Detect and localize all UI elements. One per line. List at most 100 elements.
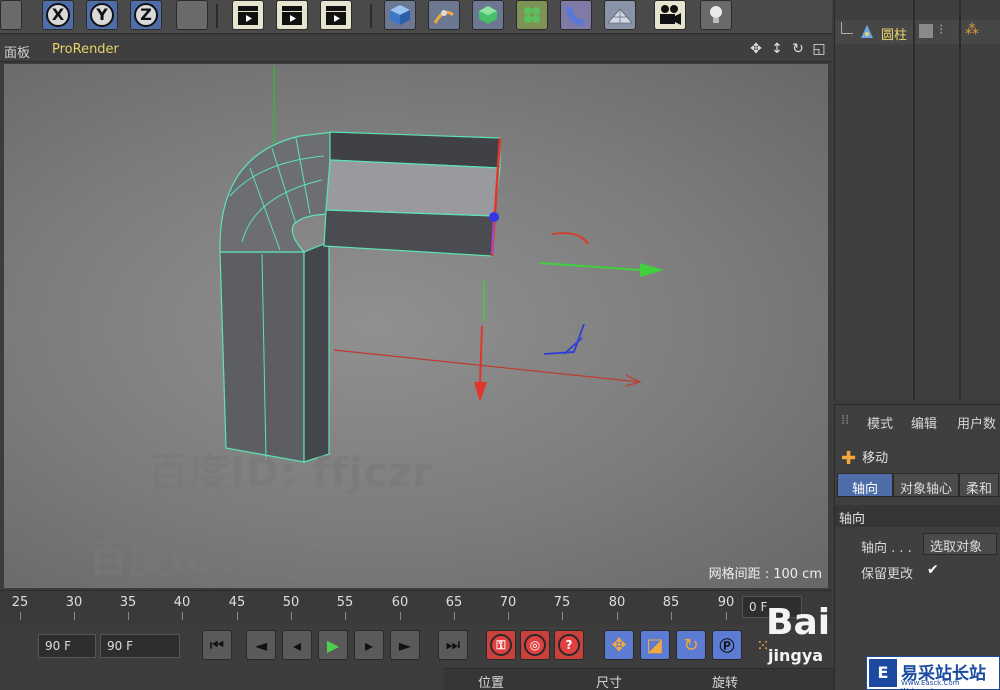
orbit-icon[interactable]: ↻ [789, 40, 807, 58]
camera-button[interactable] [654, 0, 686, 30]
y-axis-lock-button[interactable]: Y [86, 0, 118, 30]
autokey-icon: ◎ [524, 634, 546, 656]
deformer-button[interactable] [560, 0, 592, 30]
transport-bar: 90 F 90 F ⏮ ◄ ◂ ▶ ▸ ► ⏭ ⚿ ◎ ? ✥ ◪ ↻ Ⓟ ⁙ [0, 626, 832, 666]
timeline-tick-label: 75 [553, 595, 571, 610]
gizmo-red-axis[interactable] [479, 325, 483, 385]
timeline-tick-label: 70 [499, 595, 517, 610]
pen-icon [433, 10, 454, 24]
axis-select[interactable]: 选取对象 [923, 533, 997, 555]
subdivision-surface-button[interactable] [472, 0, 504, 30]
move-tool-icon: ✚ [841, 448, 857, 469]
keep-changes-checkbox[interactable]: ✔ [927, 563, 941, 577]
render-to-picture-viewer-button[interactable] [276, 0, 308, 30]
gizmo-blue-arc[interactable] [543, 323, 585, 355]
tab-axis[interactable]: 轴向 [837, 473, 894, 497]
z-axis-lock-button[interactable]: Z [130, 0, 162, 30]
coordinate-system-button[interactable] [176, 0, 208, 30]
y-axis-label: Y [90, 3, 114, 27]
timeline-tick-label: 80 [608, 595, 626, 610]
menu-user-data[interactable]: 用户数 [957, 413, 996, 432]
timeline-tick-label: 35 [119, 595, 137, 610]
next-key-icon: ► [398, 635, 412, 655]
pipe-vertical-side [303, 241, 330, 463]
autokeying-button[interactable]: ◎ [520, 630, 550, 660]
keyframe-selection-button[interactable]: ? [554, 630, 584, 660]
timeline-tick [400, 612, 401, 620]
scale-icon: ◪ [646, 634, 664, 656]
dolly-icon[interactable]: ↕ [768, 40, 786, 58]
menu-edit[interactable]: 编辑 [911, 413, 937, 432]
visibility-dots-icon[interactable]: ⁝ [939, 22, 943, 38]
viewport-menu-bar: 面板 ProRender ✥ ↕ ↻ ◱ [0, 36, 832, 62]
timeline-tick-label: 45 [228, 595, 246, 610]
column-divider [913, 0, 915, 400]
object-row-cylinder[interactable]: 圆柱 ⁝ ⁂ [835, 20, 1000, 44]
x-axis-lock-button[interactable]: X [42, 0, 74, 30]
record-active-objects-button[interactable]: ⚿ [486, 630, 516, 660]
pipe-bottom-face [323, 209, 495, 257]
floor-button[interactable] [604, 0, 636, 30]
end-frame-field[interactable]: 90 F [100, 634, 180, 658]
3d-viewport[interactable]: 百度ID: ffjczr 百度ID: ffjczr 网格间距 : 100 cm [4, 64, 828, 588]
layer-icon[interactable] [919, 24, 933, 38]
record-position-button[interactable]: ✥ [604, 630, 634, 660]
maximize-view-icon[interactable]: ◱ [810, 40, 828, 58]
move-arrows-icon: ✥ [611, 634, 627, 656]
gizmo-red-arrow[interactable] [474, 382, 487, 402]
menu-mode[interactable]: 模式 [867, 413, 893, 432]
gizmo-green-arrow[interactable] [640, 263, 664, 277]
grid-spacing-label: 网格间距 : 100 cm [708, 567, 822, 582]
light-button[interactable] [700, 0, 732, 30]
go-to-start-button[interactable]: ⏮ [202, 630, 232, 660]
position-header: 位置 [478, 676, 505, 690]
start-frame-field[interactable]: 90 F [38, 634, 96, 658]
gizmo-green-axis[interactable] [539, 262, 641, 271]
timeline-tick [726, 612, 727, 620]
render-settings-button[interactable] [320, 0, 352, 30]
watermark-text: 百度ID: ffjczr [88, 536, 374, 582]
previous-key-button[interactable]: ◄ [246, 630, 276, 660]
timeline-tick [562, 612, 563, 620]
render-view-button[interactable] [232, 0, 264, 30]
floor-icon [607, 8, 633, 24]
pen-spline-button[interactable] [428, 0, 460, 30]
axis-pivot-point[interactable] [489, 212, 499, 222]
grip-icon: ⁞⁞ [841, 413, 850, 428]
record-rotation-button[interactable]: ↻ [676, 630, 706, 660]
timeline-tick [345, 612, 346, 620]
menu-prorender[interactable]: ProRender [52, 42, 119, 57]
record-scale-button[interactable]: ◪ [640, 630, 670, 660]
menu-panel[interactable]: 面板 [4, 42, 30, 61]
light-bulb-icon [710, 6, 722, 23]
timeline-tick [182, 612, 183, 620]
record-parameter-button[interactable]: Ⓟ [712, 630, 742, 660]
attribute-tabs: 轴向 对象轴心 柔和 [837, 473, 1000, 497]
pipe-front-face [325, 159, 501, 217]
axis-field-label: 轴向 . . . [861, 541, 912, 556]
timeline-tick-label: 25 [11, 595, 29, 610]
play-button[interactable]: ▶ [318, 630, 348, 660]
pan-icon[interactable]: ✥ [747, 40, 765, 58]
next-frame-icon: ▸ [364, 635, 374, 655]
rotation-icon: ↻ [683, 634, 699, 656]
previous-frame-button[interactable]: ◂ [282, 630, 312, 660]
section-axis[interactable]: 轴向 [835, 505, 1000, 527]
toolbar-separator [370, 4, 372, 28]
next-frame-button[interactable]: ▸ [354, 630, 384, 660]
tab-object-axis[interactable]: 对象轴心 [893, 473, 960, 497]
go-to-end-button[interactable]: ⏭ [438, 630, 468, 660]
timeline-tick-label: 55 [336, 595, 354, 610]
tag-icon[interactable]: ⁂ [965, 22, 979, 38]
timeline-ruler[interactable]: 25 30 35 40 45 50 55 60 65 70 75 80 85 9… [0, 590, 832, 624]
main-toolbar: X Y Z [0, 0, 832, 34]
undo-button[interactable] [0, 0, 22, 30]
next-key-button[interactable]: ► [390, 630, 420, 660]
cloner-button[interactable] [516, 0, 548, 30]
key-icon: ⚿ [490, 634, 512, 656]
cube-object-button[interactable] [384, 0, 416, 30]
tab-soft-selection[interactable]: 柔和 [959, 473, 1000, 497]
timeline-tick-label: 85 [662, 595, 680, 610]
subdivision-icon [479, 6, 497, 24]
object-name[interactable]: 圆柱 [881, 24, 907, 43]
